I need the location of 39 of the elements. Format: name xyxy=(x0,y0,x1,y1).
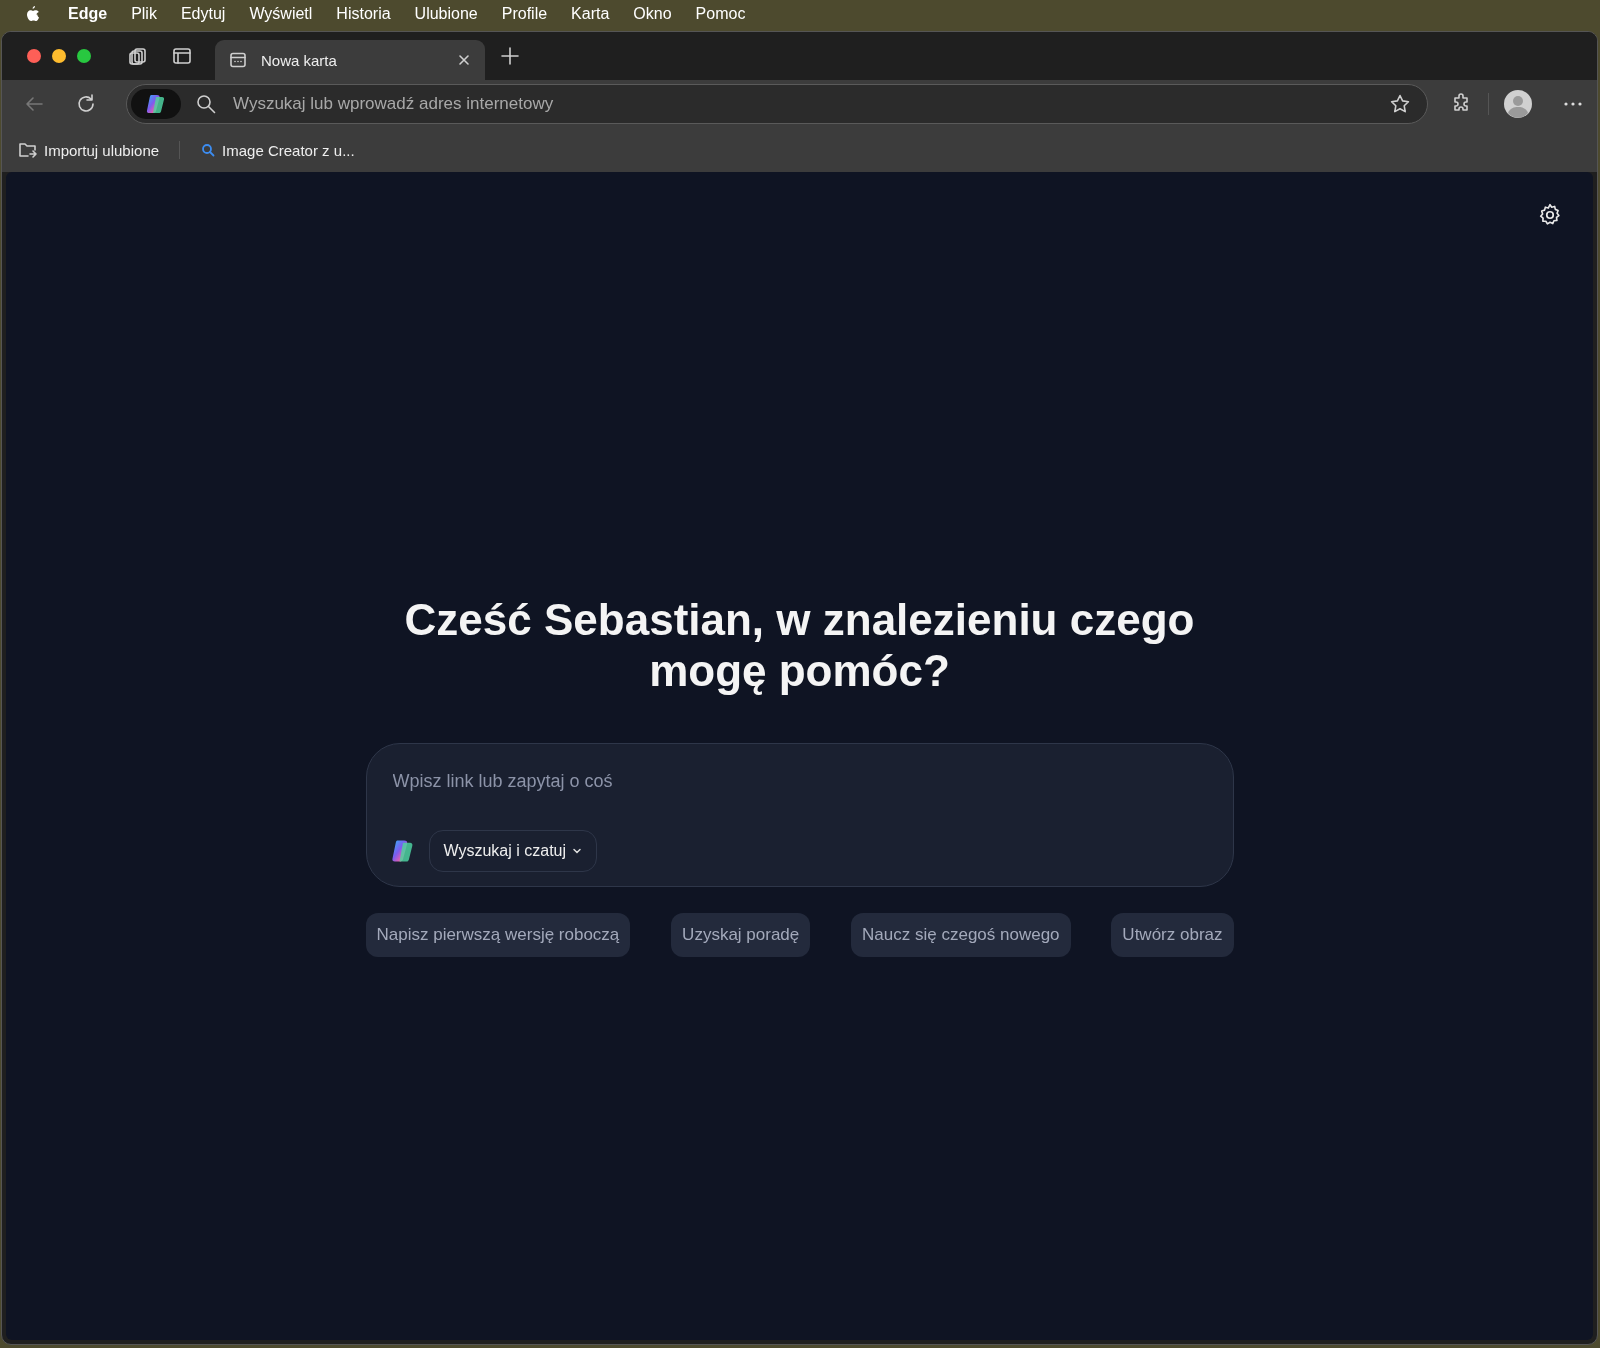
minimize-window-button[interactable] xyxy=(52,49,66,63)
settings-icon[interactable] xyxy=(1537,202,1563,228)
search-icon xyxy=(200,142,217,158)
copilot-button[interactable] xyxy=(131,89,181,119)
menu-item[interactable]: Ulubione xyxy=(402,5,490,23)
suggestion-chip[interactable]: Napisz pierwszą wersję roboczą xyxy=(365,912,631,957)
folder-import-icon xyxy=(18,141,38,159)
suggestion-chip[interactable]: Utwórz obraz xyxy=(1111,912,1234,957)
prompt-field[interactable]: Wpisz link lub zapytaj o coś xyxy=(390,769,1209,793)
new-tab-page-icon xyxy=(229,51,247,69)
apple-logo-icon[interactable] xyxy=(24,5,40,23)
workspaces-icon[interactable] xyxy=(127,45,149,67)
prompt-box[interactable]: Wpisz link lub zapytaj o coś Wyszukaj i czatuj xyxy=(365,742,1234,887)
greeting-heading: Cześć Sebastian, w znalezieniu czego mogę pomóc? xyxy=(403,595,1196,697)
app-menu[interactable]: Edge xyxy=(56,5,120,23)
vertical-tabs-icon[interactable] xyxy=(171,45,193,67)
menu-item[interactable]: Plik xyxy=(119,5,169,23)
favorite-link[interactable]: Image Creator z u... xyxy=(198,139,357,161)
close-window-button[interactable] xyxy=(27,49,41,63)
menu-item[interactable]: Pomoc xyxy=(683,5,758,23)
menu-item[interactable]: Profile xyxy=(489,5,560,23)
profile-avatar-icon[interactable] xyxy=(1503,89,1533,119)
mode-dropdown[interactable]: Wyszukaj i czatuj xyxy=(428,829,598,872)
search-icon xyxy=(195,93,217,115)
menu-item[interactable]: Wyświetl xyxy=(237,5,325,23)
close-tab-icon[interactable] xyxy=(457,53,471,67)
favorite-star-icon[interactable] xyxy=(1389,93,1411,115)
menu-item[interactable]: Okno xyxy=(621,5,684,23)
browser-tab[interactable]: Nowa karta xyxy=(215,40,485,80)
menu-item[interactable]: Edytuj xyxy=(168,5,238,23)
tab-title: Nowa karta xyxy=(261,51,338,69)
menu-item[interactable]: Karta xyxy=(559,5,622,23)
menu-item[interactable]: Historia xyxy=(324,5,403,23)
new-tab-icon[interactable] xyxy=(499,45,521,67)
address-bar[interactable]: Wyszukaj lub wprowadź adres internetowy xyxy=(126,84,1428,124)
favorite-link[interactable]: Importuj ulubione xyxy=(16,139,162,161)
suggestion-chip[interactable]: Uzyskaj poradę xyxy=(671,912,811,957)
zoom-window-button[interactable] xyxy=(77,49,91,63)
suggestion-chip[interactable]: Naucz się czegoś nowego xyxy=(851,912,1071,957)
